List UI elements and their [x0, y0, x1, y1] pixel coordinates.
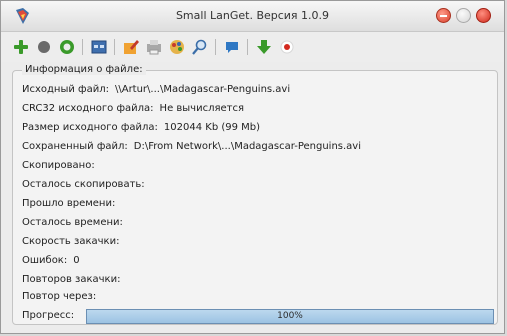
crc-row: CRC32 исходного файла: Не вычисляется: [22, 103, 244, 114]
title-bar[interactable]: Small LanGet. Версия 1.0.9: [1, 1, 504, 32]
speed-label: Скорость закачки:: [22, 236, 120, 247]
palette-icon[interactable]: [167, 37, 187, 57]
maximize-button[interactable]: [456, 8, 471, 23]
chat-icon[interactable]: [222, 37, 242, 57]
time-left-label: Осталось времени:: [22, 217, 123, 228]
retries-row: Повторов закачки:: [22, 274, 120, 285]
time-left-row: Осталось времени:: [22, 217, 123, 228]
errors-label: Ошибок:: [22, 255, 68, 266]
toolbar-separator: [114, 39, 115, 55]
remaining-row: Осталось скопировать:: [22, 179, 145, 190]
add-icon[interactable]: [11, 37, 31, 57]
stop-icon[interactable]: [34, 37, 54, 57]
source-file-value: \\Artur\...\Madagascar-Penguins.avi: [114, 84, 291, 95]
start-icon[interactable]: [57, 37, 77, 57]
copied-label: Скопировано:: [22, 160, 95, 171]
toolbar-separator: [215, 39, 216, 55]
file-info-group: Информация о файле: Исходный файл: \\Artu…: [12, 64, 498, 325]
window-icon[interactable]: [89, 37, 109, 57]
errors-value: 0: [73, 255, 80, 266]
elapsed-row: Прошло времени:: [22, 198, 115, 209]
copied-row: Скопировано:: [22, 160, 95, 171]
progress-text: 100%: [277, 311, 303, 321]
crc-value: Не вычисляется: [159, 103, 244, 114]
retry-in-row: Повтор через:: [22, 291, 96, 302]
speed-row: Скорость закачки:: [22, 236, 119, 247]
toolbar-separator: [247, 39, 248, 55]
size-label: Размер исходного файла:: [22, 122, 158, 133]
source-file-label: Исходный файл:: [22, 84, 109, 95]
app-window: Small LanGet. Версия 1.0.9 Информация о …: [0, 0, 505, 334]
file-info-legend: Информация о файле:: [22, 64, 146, 75]
remaining-label: Осталось скопировать:: [22, 179, 145, 190]
record-icon[interactable]: [277, 37, 297, 57]
elapsed-label: Прошло времени:: [22, 198, 116, 209]
toolbar-separator: [82, 39, 83, 55]
print-icon[interactable]: [144, 37, 164, 57]
saved-file-row: Сохраненный файл: D:\From Network\...\Mad…: [22, 141, 361, 152]
edit-icon[interactable]: [121, 37, 141, 57]
toolbar: [1, 32, 504, 62]
progress-label: Прогресс:: [22, 310, 75, 321]
source-file-row: Исходный файл: \\Artur\...\Madagascar-Pen…: [22, 84, 290, 95]
close-button[interactable]: [476, 8, 491, 23]
saved-file-value: D:\From Network\...\Madagascar-Penguins.…: [133, 141, 362, 152]
crc-label: CRC32 исходного файла:: [22, 103, 154, 114]
download-arrow-icon[interactable]: [254, 37, 274, 57]
window-title: Small LanGet. Версия 1.0.9: [175, 9, 330, 22]
search-icon[interactable]: [190, 37, 210, 57]
size-value: 102044 Kb (99 Mb): [163, 122, 261, 133]
retries-label: Повторов закачки:: [22, 274, 121, 285]
minimize-button[interactable]: [436, 8, 451, 23]
progress-bar: 100%: [86, 309, 494, 324]
size-row: Размер исходного файла: 102044 Kb (99 Mb): [22, 122, 260, 133]
errors-row: Ошибок: 0: [22, 255, 80, 266]
retry-in-label: Повтор через:: [22, 291, 97, 302]
saved-file-label: Сохраненный файл:: [22, 141, 128, 152]
